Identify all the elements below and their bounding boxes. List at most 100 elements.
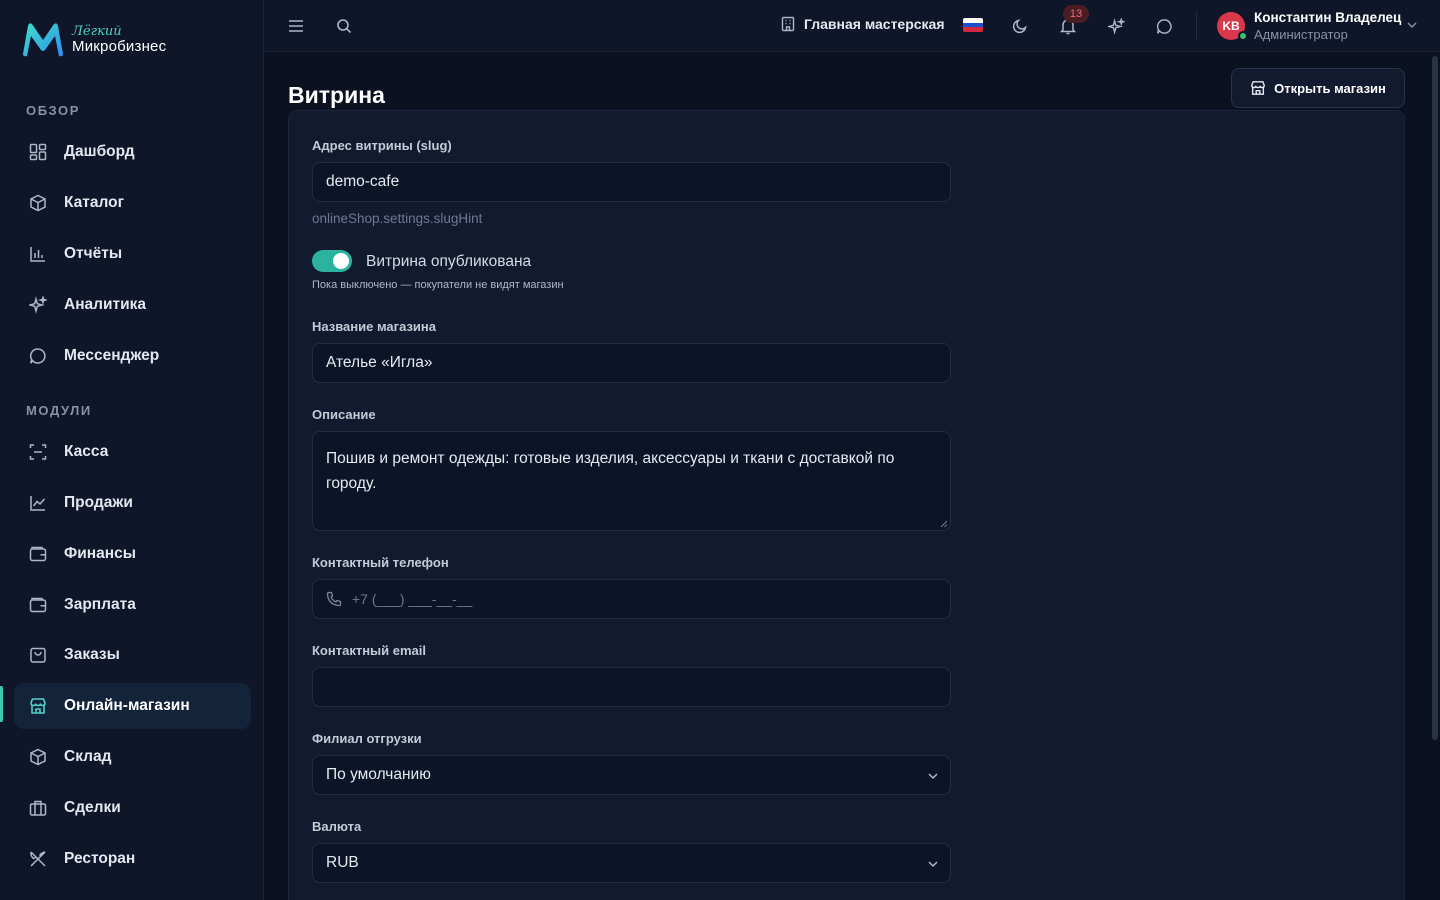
sidebar-item-online-store[interactable]: Онлайн-магазин: [14, 683, 251, 729]
published-label: Витрина опубликована: [366, 253, 532, 270]
store-icon: [1250, 80, 1266, 96]
ai-sparkle-icon[interactable]: [1105, 15, 1127, 37]
sidebar-item-orders[interactable]: Заказы: [14, 632, 251, 678]
topbar-divider: [1196, 12, 1197, 40]
app-logo[interactable]: Лёгкий Микробизнес: [20, 20, 166, 58]
chevron-down-icon[interactable]: [1405, 18, 1419, 32]
email-label: Контактный email: [312, 643, 426, 658]
sidebar-item-label: Каталог: [64, 194, 125, 211]
sidebar-item-label: Продажи: [64, 494, 133, 511]
sidebar-item-finance[interactable]: Финансы: [14, 531, 251, 577]
sidebar-item-label: Мессенджер: [64, 347, 160, 364]
sidebar-item-catalog[interactable]: Каталог: [14, 180, 251, 226]
slug-label: Адрес витрины (slug): [312, 138, 452, 153]
currency-label: Валюта: [312, 819, 362, 834]
messenger-icon: [28, 346, 48, 366]
sidebar-item-deals[interactable]: Сделки: [14, 785, 251, 831]
sales-icon: [28, 493, 48, 513]
sidebar-item-dashboard[interactable]: Дашборд: [14, 129, 251, 175]
store-icon: [28, 696, 48, 716]
sidebar-item-warehouse[interactable]: Склад: [14, 734, 251, 780]
notifications-badge: 13: [1063, 5, 1089, 23]
sidebar: Лёгкий Микробизнес ОБЗОР Дашборд Каталог…: [0, 0, 264, 900]
sidebar-item-label: Отчёты: [64, 245, 123, 262]
dashboard-icon: [28, 142, 48, 162]
cashbox-icon: [28, 442, 48, 462]
reports-icon: [28, 244, 48, 264]
user-name[interactable]: Константин Владелец: [1254, 10, 1401, 25]
chevron-down-icon: [926, 769, 940, 783]
search-icon[interactable]: [333, 15, 355, 37]
sidebar-item-label: Сделки: [64, 799, 121, 816]
user-role: Администратор: [1254, 27, 1348, 42]
sidebar-item-label: Заказы: [64, 646, 120, 663]
salary-icon: [28, 595, 48, 615]
sidebar-item-label: Онлайн-магазин: [64, 697, 190, 714]
active-indicator: [0, 686, 3, 722]
sidebar-item-messenger[interactable]: Мессенджер: [14, 333, 251, 379]
toggle-knob: [333, 253, 349, 269]
open-shop-button[interactable]: Открыть магазин: [1231, 68, 1405, 108]
slug-hint: onlineShop.settings.slugHint: [312, 211, 483, 226]
finance-icon: [28, 544, 48, 564]
analytics-icon: [28, 295, 48, 315]
shop-name-label: Название магазина: [312, 319, 436, 334]
resize-handle-icon[interactable]: [940, 520, 948, 528]
open-shop-label: Открыть магазин: [1274, 80, 1386, 96]
sidebar-item-cashbox[interactable]: Касса: [14, 429, 251, 475]
page-scrollbar[interactable]: [1432, 56, 1438, 740]
email-input[interactable]: [312, 667, 951, 707]
sidebar-item-label: Склад: [64, 748, 112, 765]
sidebar-item-reports[interactable]: Отчёты: [14, 231, 251, 277]
logo-name: Микробизнес: [72, 37, 167, 55]
online-status-dot: [1238, 31, 1248, 41]
branch-label: Филиал отгрузки: [312, 731, 422, 746]
slug-input[interactable]: demo-cafe: [312, 162, 951, 202]
published-toggle[interactable]: [312, 250, 352, 272]
published-hint: Пока выключено — покупатели не видят маг…: [312, 279, 564, 291]
catalog-icon: [28, 193, 48, 213]
restaurant-icon: [28, 849, 48, 869]
sidebar-item-restaurant[interactable]: Ресторан: [14, 836, 251, 882]
theme-moon-icon[interactable]: [1009, 15, 1031, 37]
sidebar-item-label: Зарплата: [64, 596, 136, 613]
description-textarea[interactable]: Пошив и ремонт одежды: готовые изделия, …: [312, 431, 951, 531]
topbar: Главная мастерская 13 KB Константин Влад…: [264, 0, 1440, 52]
section-modules-title: МОДУЛИ: [26, 403, 92, 418]
language-flag-icon[interactable]: [963, 18, 983, 32]
workshop-selector[interactable]: Главная мастерская: [780, 16, 945, 32]
currency-value: RUB: [326, 854, 359, 871]
logo-tagline: Лёгкий: [72, 23, 122, 39]
branch-select[interactable]: По умолчанию: [312, 755, 951, 795]
deals-icon: [28, 798, 48, 818]
section-overview-title: ОБЗОР: [26, 103, 81, 118]
sidebar-item-label: Аналитика: [64, 296, 147, 313]
page-title: Витрина: [288, 82, 385, 108]
menu-icon[interactable]: [285, 15, 307, 37]
sidebar-item-label: Ресторан: [64, 850, 136, 867]
sidebar-item-label: Финансы: [64, 545, 136, 562]
shop-name-value: Ателье «Игла»: [326, 354, 433, 371]
shop-name-input[interactable]: Ателье «Игла»: [312, 343, 951, 383]
phone-placeholder: +7 (___) ___-__-__: [352, 591, 473, 607]
branch-value: По умолчанию: [326, 766, 431, 783]
phone-input[interactable]: +7 (___) ___-__-__: [312, 579, 951, 619]
chevron-down-icon: [926, 857, 940, 871]
warehouse-icon: [28, 747, 48, 767]
logo-mark-icon: [23, 23, 63, 57]
phone-icon: [326, 591, 342, 607]
building-icon: [780, 16, 796, 32]
description-value: Пошив и ремонт одежды: готовые изделия, …: [326, 450, 895, 492]
description-label: Описание: [312, 407, 376, 422]
sidebar-item-analytics[interactable]: Аналитика: [14, 282, 251, 328]
phone-label: Контактный телефон: [312, 555, 449, 570]
sidebar-item-label: Дашборд: [64, 143, 135, 160]
sidebar-item-label: Касса: [64, 443, 109, 460]
sidebar-item-sales[interactable]: Продажи: [14, 480, 251, 526]
slug-value: demo-cafe: [326, 173, 400, 190]
sidebar-item-salary[interactable]: Зарплата: [14, 582, 251, 628]
workshop-name: Главная мастерская: [804, 16, 945, 32]
orders-icon: [28, 645, 48, 665]
chat-bubble-icon[interactable]: [1153, 15, 1175, 37]
currency-select[interactable]: RUB: [312, 843, 951, 883]
